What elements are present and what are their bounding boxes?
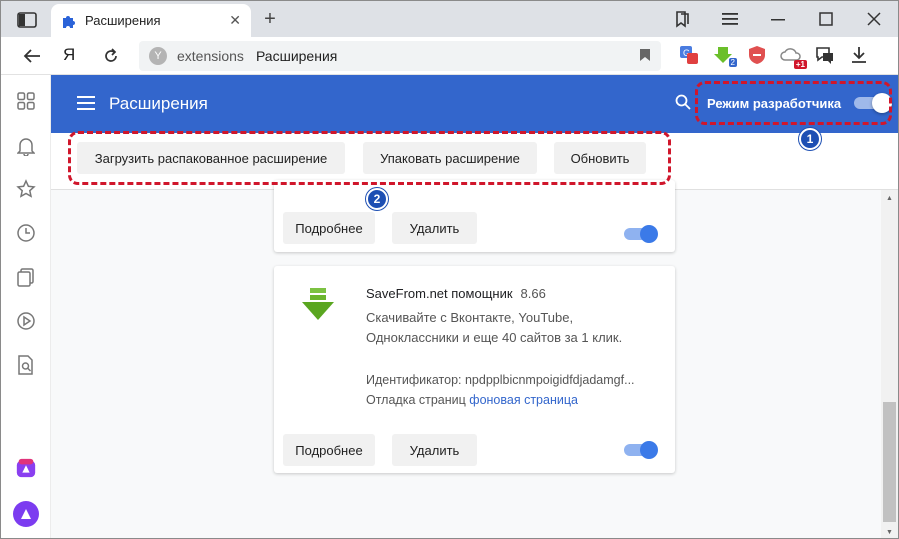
dev-mode-toggle[interactable]: [854, 93, 892, 113]
address-toolbar: Я Y extensions Расширения G 2 +1: [1, 37, 898, 75]
remove-button[interactable]: Удалить: [392, 434, 477, 466]
site-info-icon[interactable]: Y: [149, 47, 167, 65]
alice-market-icon[interactable]: [15, 457, 37, 479]
maximize-icon[interactable]: [802, 1, 850, 37]
annotation-marker-2: 2: [366, 188, 388, 210]
details-button[interactable]: Подробнее: [283, 212, 375, 244]
cloud-extension-icon[interactable]: +1: [779, 43, 807, 69]
close-window-icon[interactable]: [850, 1, 898, 37]
new-tab-icon[interactable]: +: [259, 8, 281, 30]
scroll-thumb[interactable]: [883, 402, 896, 522]
debug-label: Отладка страниц: [366, 393, 466, 407]
extension-icons: G 2 +1: [677, 43, 871, 69]
browser-window: Расширения ✕ + Я Y extensions Расширения…: [0, 0, 899, 539]
translate-extension-icon[interactable]: G: [677, 43, 701, 67]
tab-extensions[interactable]: Расширения ✕: [51, 4, 251, 37]
extension-card: SaveFrom.net помощник 8.66 Скачивайте с В…: [274, 266, 675, 473]
dev-mode-label: Режим разработчика: [707, 96, 842, 111]
extension-badge-plus-one: +1: [793, 60, 807, 69]
star-icon[interactable]: [15, 178, 37, 200]
feedback-icon[interactable]: [813, 43, 837, 67]
scroll-up-arrow[interactable]: ▲: [881, 190, 898, 206]
extension-name-text: SaveFrom.net помощник: [366, 286, 513, 301]
address-host: extensions: [177, 48, 244, 64]
reload-icon[interactable]: [100, 45, 122, 67]
extension-enabled-toggle[interactable]: [624, 225, 658, 243]
hamburger-menu-icon[interactable]: [77, 96, 95, 110]
tab-strip: Расширения ✕ +: [1, 1, 898, 37]
minimize-icon[interactable]: [754, 1, 802, 37]
pack-extension-button[interactable]: Упаковать расширение: [363, 142, 537, 174]
extension-name: SaveFrom.net помощник 8.66: [366, 286, 546, 301]
background-page-link[interactable]: фоновая страница: [469, 393, 578, 407]
video-play-icon[interactable]: [15, 310, 37, 332]
adguard-shield-icon[interactable]: [745, 43, 769, 67]
page-header: Расширения Режим разработчика: [51, 75, 898, 133]
address-bar[interactable]: Y extensions Расширения: [139, 41, 661, 71]
page-title: Расширения: [109, 94, 208, 113]
bell-icon[interactable]: [15, 135, 37, 157]
back-arrow-icon[interactable]: [21, 45, 43, 67]
extension-debug: Отладка страниц фоновая страница: [366, 393, 578, 407]
load-unpacked-button[interactable]: Загрузить распакованное расширение: [77, 142, 345, 174]
yandex-logo[interactable]: Я: [63, 45, 75, 65]
extension-id: Идентификатор: npdpplbicnmpoigidfdjadamg…: [366, 373, 635, 387]
collections-icon[interactable]: [15, 266, 37, 288]
address-page-title: Расширения: [255, 48, 338, 64]
window-controls: [658, 1, 898, 37]
alice-assistant-icon[interactable]: [12, 500, 40, 528]
menu-icon[interactable]: [706, 1, 754, 37]
download-icon[interactable]: [847, 43, 871, 67]
bookmark-icon[interactable]: [639, 48, 651, 65]
savefrom-logo-icon: [300, 286, 336, 325]
extension-enabled-toggle[interactable]: [624, 441, 658, 459]
savefrom-extension-icon[interactable]: 2: [711, 43, 737, 67]
extension-version: 8.66: [520, 286, 546, 301]
page-scrollbar[interactable]: ▲ ▼: [881, 190, 898, 538]
remove-button[interactable]: Удалить: [392, 212, 477, 244]
extension-description: Скачивайте с Вконтакте, YouTube, Однокла…: [366, 310, 623, 345]
search-icon[interactable]: [675, 94, 691, 113]
extension-card: Подробнее Удалить: [274, 180, 675, 252]
history-clock-icon[interactable]: [15, 222, 37, 244]
services-grid-icon[interactable]: [15, 90, 37, 112]
left-sidebar: [1, 75, 51, 538]
annotation-marker-1: 1: [799, 128, 821, 150]
extension-badge-2: 2: [728, 58, 737, 67]
extensions-page: Расширения Режим разработчика Загрузить …: [51, 75, 898, 538]
tab-title: Расширения: [85, 13, 161, 28]
details-button[interactable]: Подробнее: [283, 434, 375, 466]
puzzle-icon: [63, 15, 75, 28]
sidebar-toggle-icon[interactable]: [13, 9, 41, 31]
update-button[interactable]: Обновить: [554, 142, 646, 174]
scroll-down-arrow[interactable]: ▼: [881, 524, 898, 538]
bookmarks-icon[interactable]: [658, 1, 706, 37]
doc-search-icon[interactable]: [15, 354, 37, 376]
tab-close-icon[interactable]: ✕: [229, 12, 241, 29]
